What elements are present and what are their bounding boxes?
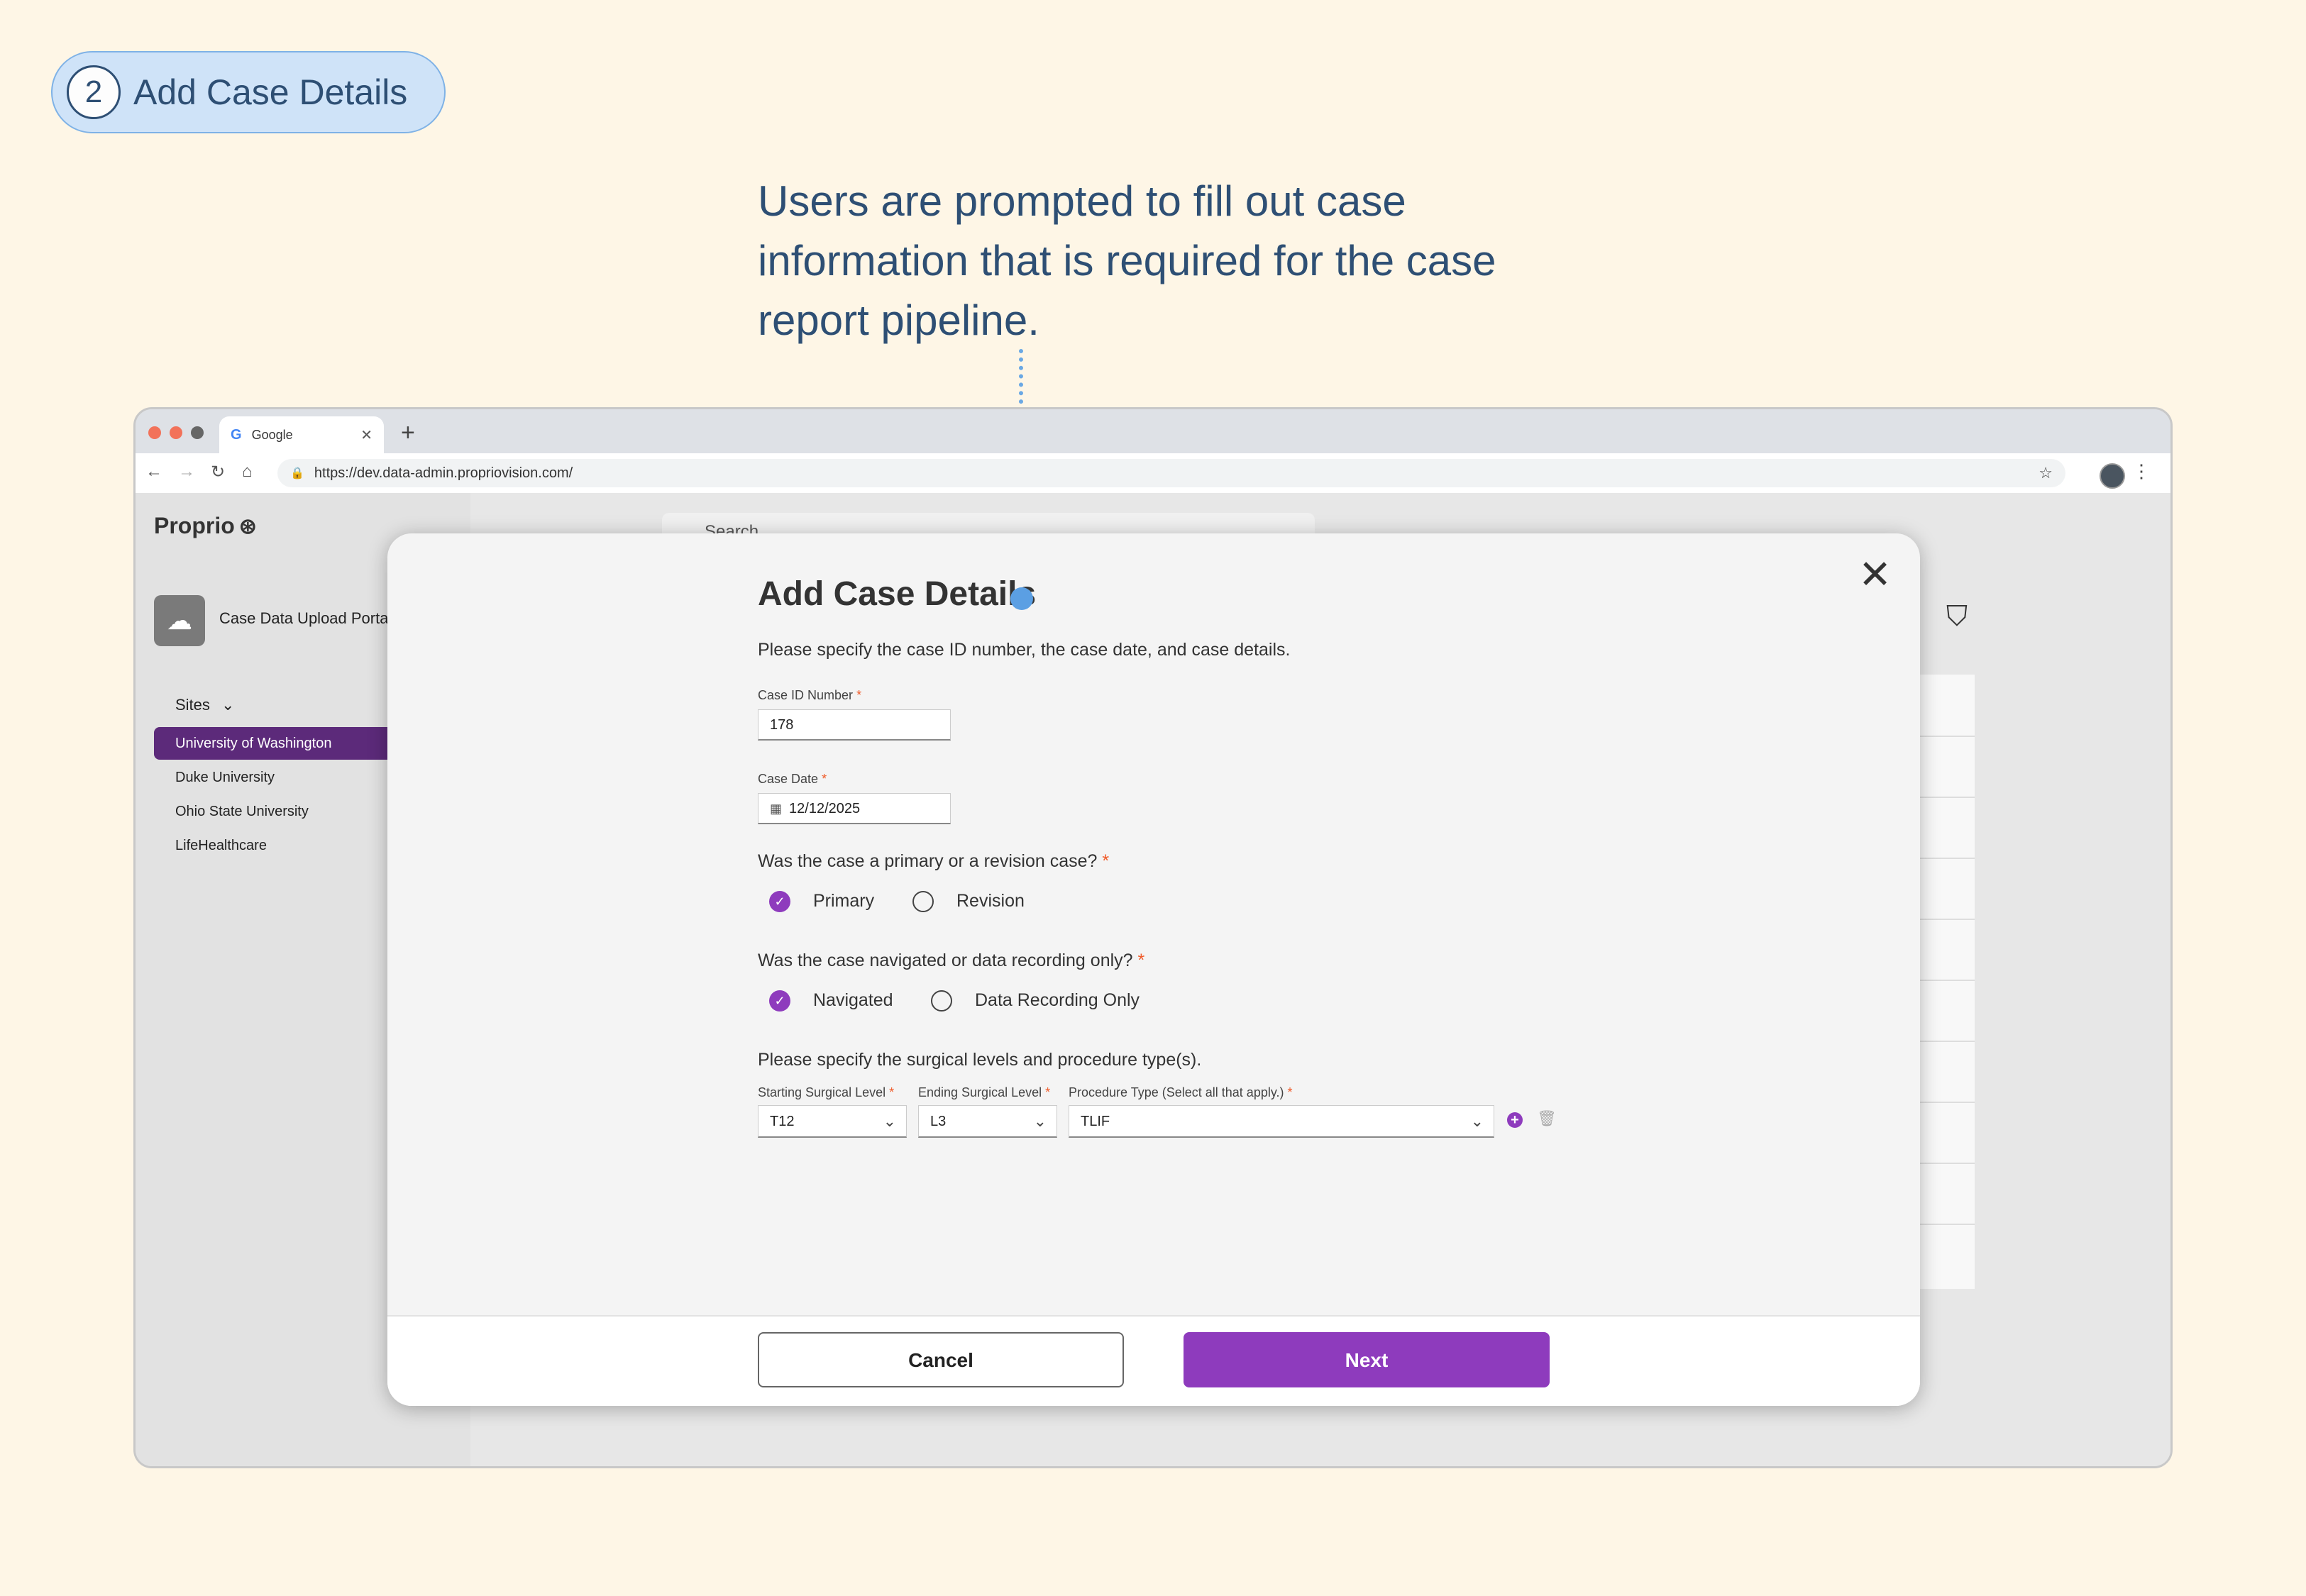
browser-tabbar: G Google ✕ + xyxy=(136,409,2170,453)
tab-close-icon[interactable]: ✕ xyxy=(360,426,373,444)
sites-label: Sites xyxy=(175,696,210,714)
add-case-details-modal: ✕ Add Case Details Please specify the ca… xyxy=(387,533,1920,1406)
radio-revision[interactable] xyxy=(912,891,934,912)
proprio-logo: Proprio ⊛ xyxy=(154,513,257,539)
radio-data-recording[interactable] xyxy=(931,990,952,1012)
add-level-icon[interactable]: + xyxy=(1507,1112,1523,1128)
radio-data-recording-label: Data Recording Only xyxy=(975,990,1140,1010)
navigated-question: Was the case navigated or data recording… xyxy=(758,951,1145,970)
chevron-down-icon: ⌄ xyxy=(221,696,235,714)
close-icon[interactable]: ✕ xyxy=(1858,555,1892,594)
radio-revision-label: Revision xyxy=(956,891,1025,911)
case-id-field[interactable]: 178 xyxy=(758,709,951,741)
starting-level-label: Starting Surgical Level * xyxy=(758,1085,895,1099)
filter-icon[interactable]: ⛉ xyxy=(1946,601,1968,633)
levels-prompt: Please specify the surgical levels and p… xyxy=(758,1050,1202,1070)
radio-primary-label: Primary xyxy=(813,891,875,911)
step-number: 2 xyxy=(67,65,121,119)
procedure-type-select[interactable]: TLIF ⌄ xyxy=(1069,1105,1494,1138)
case-date-label: Case Date * xyxy=(758,772,827,786)
minimize-window-button[interactable] xyxy=(170,426,182,439)
portal-label: Case Data Upload Porta xyxy=(219,609,389,627)
starting-level-value: T12 xyxy=(770,1114,795,1129)
cancel-button[interactable]: Cancel xyxy=(758,1332,1124,1387)
close-window-button[interactable] xyxy=(148,426,161,439)
browser-tab[interactable]: G Google ✕ xyxy=(219,416,384,453)
case-id-label: Case ID Number * xyxy=(758,688,862,702)
next-button[interactable]: Next xyxy=(1184,1332,1550,1387)
back-icon[interactable]: ← xyxy=(145,462,162,482)
chevron-down-icon: ⌄ xyxy=(883,1112,896,1130)
ending-level-select[interactable]: L3 ⌄ xyxy=(918,1105,1057,1138)
reload-icon[interactable]: ↻ xyxy=(211,462,225,482)
annotation-text: Users are prompted to fill out case info… xyxy=(758,177,1496,344)
starting-level-select[interactable]: T12 ⌄ xyxy=(758,1105,907,1138)
calendar-icon: ▦ xyxy=(770,802,783,816)
radio-primary[interactable]: ✓ xyxy=(769,891,790,912)
ending-level-value: L3 xyxy=(930,1114,947,1129)
sites-dropdown[interactable]: Sites ⌄ xyxy=(175,696,234,714)
bookmark-star-icon[interactable]: ☆ xyxy=(2039,464,2053,482)
forward-icon[interactable]: → xyxy=(178,462,195,482)
radio-navigated-label: Navigated xyxy=(813,990,893,1010)
google-icon: G xyxy=(231,426,242,443)
url-field[interactable]: 🔒 https://dev.data-admin.propriovision.c… xyxy=(277,459,2065,487)
logo-text: Proprio xyxy=(154,513,235,538)
step-badge: 2 Add Case Details xyxy=(51,51,446,133)
modal-subtitle: Please specify the case ID number, the c… xyxy=(758,640,1291,660)
browser-menu-icon[interactable]: ⋮ xyxy=(2132,460,2151,482)
annotation-dot xyxy=(1010,587,1033,610)
trash-icon[interactable]: 🗑 xyxy=(1537,1109,1557,1128)
chevron-down-icon: ⌄ xyxy=(1470,1112,1484,1130)
profile-avatar[interactable] xyxy=(2100,463,2125,489)
case-date-field[interactable]: ▦ 12/12/2025 xyxy=(758,793,951,824)
address-bar: ← → ↻ ⌂ 🔒 https://dev.data-admin.proprio… xyxy=(136,453,2170,494)
lock-icon: 🔒 xyxy=(290,467,304,480)
primary-question: Was the case a primary or a revision cas… xyxy=(758,851,1110,871)
radio-navigated[interactable]: ✓ xyxy=(769,990,790,1012)
procedure-type-value: TLIF xyxy=(1081,1114,1110,1129)
new-tab-icon[interactable]: + xyxy=(401,419,415,447)
modal-title: Add Case Details xyxy=(758,575,1037,613)
step-title: Add Case Details xyxy=(133,72,408,112)
cloud-upload-icon: ☁ xyxy=(154,595,205,646)
chevron-down-icon: ⌄ xyxy=(1033,1112,1047,1130)
ending-level-label: Ending Surgical Level * xyxy=(918,1085,1051,1099)
procedure-type-label: Procedure Type (Select all that apply.) … xyxy=(1069,1085,1293,1099)
logo-mark-icon: ⊛ xyxy=(238,515,257,538)
modal-footer: Cancel Next xyxy=(387,1315,1920,1406)
case-date-value: 12/12/2025 xyxy=(789,801,861,816)
home-icon[interactable]: ⌂ xyxy=(242,462,253,482)
url-text: https://dev.data-admin.propriovision.com… xyxy=(314,465,573,481)
maximize-window-button[interactable] xyxy=(191,426,204,439)
tab-title: Google xyxy=(251,427,293,442)
